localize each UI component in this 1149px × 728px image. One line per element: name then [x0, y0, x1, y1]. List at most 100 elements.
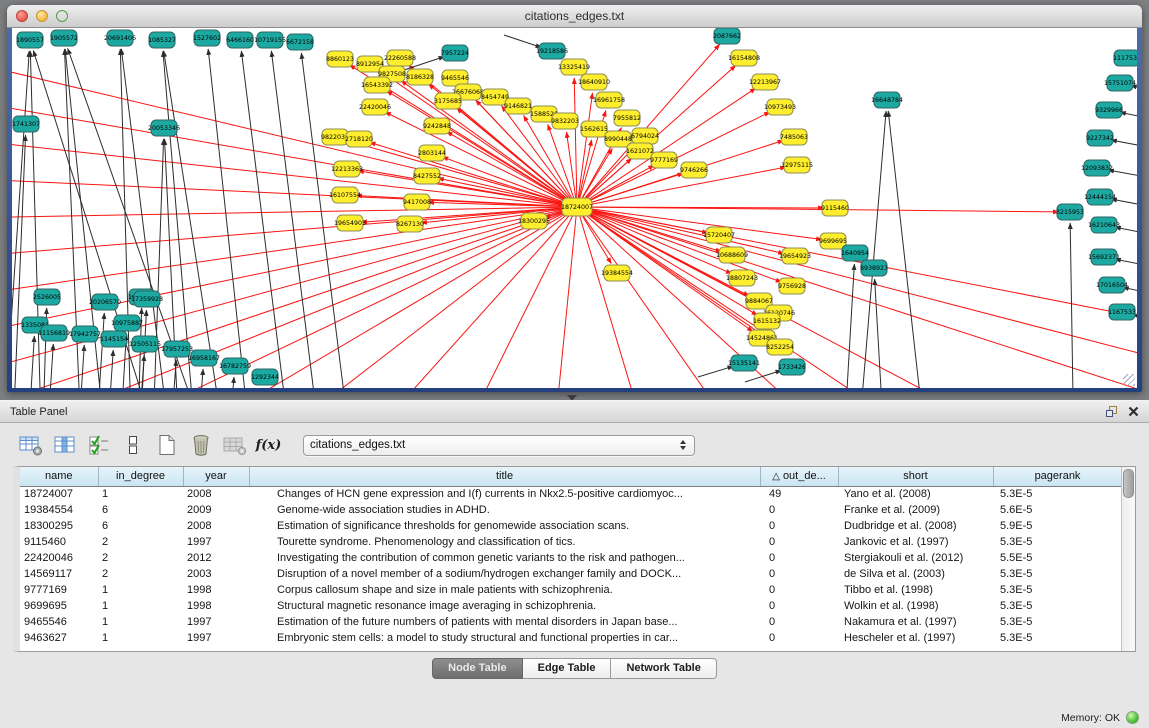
graph-node-teal[interactable]: 6672158: [286, 34, 314, 50]
table-cell[interactable]: 0: [760, 566, 838, 582]
table-cell[interactable]: Estimation of the future numbers of pati…: [249, 614, 760, 630]
table-scrollbar-thumb[interactable]: [1123, 469, 1134, 498]
graph-node-yellow[interactable]: 15720407: [703, 227, 735, 243]
graph-node-yellow[interactable]: 9832203: [551, 113, 579, 129]
graph-node-teal[interactable]: 20053346: [148, 120, 180, 136]
graph-node-teal[interactable]: 16648784: [871, 92, 903, 108]
delete-table-icon[interactable]: [187, 432, 214, 458]
graph-node-yellow[interactable]: 12975115: [781, 157, 813, 173]
table-cell[interactable]: 9699695: [20, 598, 98, 614]
graph-node-yellow[interactable]: 19654903: [334, 215, 366, 231]
table-cell[interactable]: Corpus callosum shape and size in male p…: [249, 582, 760, 598]
tab-network-table[interactable]: Network Table: [611, 658, 716, 679]
graph-node-teal[interactable]: 19218586: [536, 43, 568, 59]
graph-node-yellow[interactable]: 18807243: [726, 270, 758, 286]
table-cell[interactable]: Nakamura et al. (1997): [838, 614, 993, 630]
table-cell[interactable]: Structural magnetic resonance image aver…: [249, 598, 760, 614]
table-cell[interactable]: 5.3E-5: [993, 486, 1122, 502]
table-cell[interactable]: 1: [98, 630, 183, 646]
table-cell[interactable]: 5.9E-5: [993, 518, 1122, 534]
graph-node-teal[interactable]: 1292344: [251, 369, 279, 385]
graph-node-yellow[interactable]: 19654923: [779, 248, 811, 264]
table-cell[interactable]: 0: [760, 582, 838, 598]
column-header-year[interactable]: year: [183, 467, 249, 486]
graph-node-teal[interactable]: 10719155: [254, 32, 286, 48]
citation-network-graph[interactable]: 1872400788601238912954222605889827508818…: [12, 28, 1137, 388]
table-cell[interactable]: 0: [760, 630, 838, 646]
table-cell[interactable]: 19384554: [20, 502, 98, 518]
select-columns-icon[interactable]: [85, 432, 112, 458]
table-cell[interactable]: 18724007: [20, 486, 98, 502]
show-column-icon[interactable]: [51, 432, 78, 458]
graph-node-teal[interactable]: 9329966: [1095, 102, 1123, 118]
graph-node-yellow[interactable]: 9146821: [504, 98, 532, 114]
table-cell[interactable]: Jankovic et al. (1997): [838, 534, 993, 550]
table-cell[interactable]: 1997: [183, 614, 249, 630]
table-cell[interactable]: 1998: [183, 582, 249, 598]
graph-node-yellow[interactable]: 6794024: [631, 128, 659, 144]
table-cell[interactable]: 2008: [183, 486, 249, 502]
graph-node-teal[interactable]: 15135141: [728, 355, 760, 371]
graph-node-teal[interactable]: 17359928: [131, 291, 163, 307]
table-cell[interactable]: Dudbridge et al. (2008): [838, 518, 993, 534]
table-scrollbar[interactable]: [1121, 467, 1135, 651]
tab-node-table[interactable]: Node Table: [432, 658, 522, 679]
graph-node-yellow[interactable]: 18300295: [518, 213, 550, 229]
graph-node-yellow[interactable]: 7485063: [780, 129, 808, 145]
graph-node-yellow[interactable]: 16154808: [728, 50, 760, 66]
graph-node-teal[interactable]: 1117534: [1113, 50, 1137, 66]
table-row[interactable]: 946554611997Estimation of the future num…: [20, 614, 1122, 630]
table-cell[interactable]: 14569117: [20, 566, 98, 582]
graph-node-teal[interactable]: 1905572: [50, 30, 78, 46]
table-cell[interactable]: 2: [98, 550, 183, 566]
table-cell[interactable]: 49: [760, 486, 838, 502]
graph-node-teal[interactable]: 6466160: [226, 32, 254, 48]
table-cell[interactable]: 6: [98, 502, 183, 518]
graph-node-yellow[interactable]: 9115460: [821, 200, 849, 216]
graph-node-yellow[interactable]: 8186328: [406, 69, 434, 85]
graph-node-yellow[interactable]: 18640910: [578, 74, 610, 90]
table-cell[interactable]: Tourette syndrome. Phenomenology and cla…: [249, 534, 760, 550]
column-header-in_degree[interactable]: in_degree: [98, 467, 183, 486]
graph-node-yellow[interactable]: 13325419: [558, 59, 590, 75]
graph-node-teal[interactable]: 1890557: [16, 32, 44, 48]
table-row[interactable]: 1938455462009Genome-wide association stu…: [20, 502, 1122, 518]
table-cell[interactable]: 2008: [183, 518, 249, 534]
create-table-icon[interactable]: [153, 432, 180, 458]
graph-node-yellow[interactable]: 10688609: [716, 247, 748, 263]
graph-node-yellow[interactable]: 3175685: [434, 93, 462, 109]
graph-node-teal[interactable]: 10975887: [111, 315, 143, 331]
table-cell[interactable]: 18300295: [20, 518, 98, 534]
table-settings-icon[interactable]: [17, 432, 44, 458]
table-cell[interactable]: 5.3E-5: [993, 614, 1122, 630]
table-cell[interactable]: 1: [98, 614, 183, 630]
graph-node-yellow[interactable]: 16961758: [593, 92, 625, 108]
table-cell[interactable]: Estimation of significance thresholds fo…: [249, 518, 760, 534]
graph-node-teal[interactable]: 1085327: [148, 32, 176, 48]
table-cell[interactable]: 0: [760, 502, 838, 518]
function-builder-icon[interactable]: f(x): [255, 432, 282, 458]
graph-node-teal[interactable]: 12505115: [129, 336, 161, 352]
table-cell[interactable]: 5.3E-5: [993, 582, 1122, 598]
graph-node-teal[interactable]: 16782759: [219, 358, 251, 374]
graph-node-yellow[interactable]: 9777169: [650, 152, 678, 168]
table-cell[interactable]: Investigating the contribution of common…: [249, 550, 760, 566]
graph-node-yellow[interactable]: 16107554: [329, 187, 361, 203]
table-cell[interactable]: 1997: [183, 630, 249, 646]
graph-node-teal[interactable]: 7957224: [441, 45, 469, 61]
graph-node-yellow[interactable]: 8252254: [766, 339, 794, 355]
table-row[interactable]: 946362711997Embryonic stem cells: a mode…: [20, 630, 1122, 646]
graph-node-yellow[interactable]: 1562615: [580, 121, 608, 137]
graph-node-yellow[interactable]: 10973493: [764, 99, 796, 115]
graph-node-teal[interactable]: 1741307: [12, 116, 40, 132]
table-cell[interactable]: 22420046: [20, 550, 98, 566]
table-cell[interactable]: 5.3E-5: [993, 630, 1122, 646]
graph-node-teal[interactable]: 17942757: [69, 326, 101, 342]
graph-node-teal[interactable]: 20206570: [89, 294, 121, 310]
graph-node-teal[interactable]: 9227342: [1086, 130, 1114, 146]
table-cell[interactable]: 2: [98, 534, 183, 550]
graph-node-teal[interactable]: 1145154: [100, 331, 128, 347]
table-cell[interactable]: 9465546: [20, 614, 98, 630]
table-cell[interactable]: 5.5E-5: [993, 550, 1122, 566]
table-row[interactable]: 1456911722003Disruption of a novel membe…: [20, 566, 1122, 582]
